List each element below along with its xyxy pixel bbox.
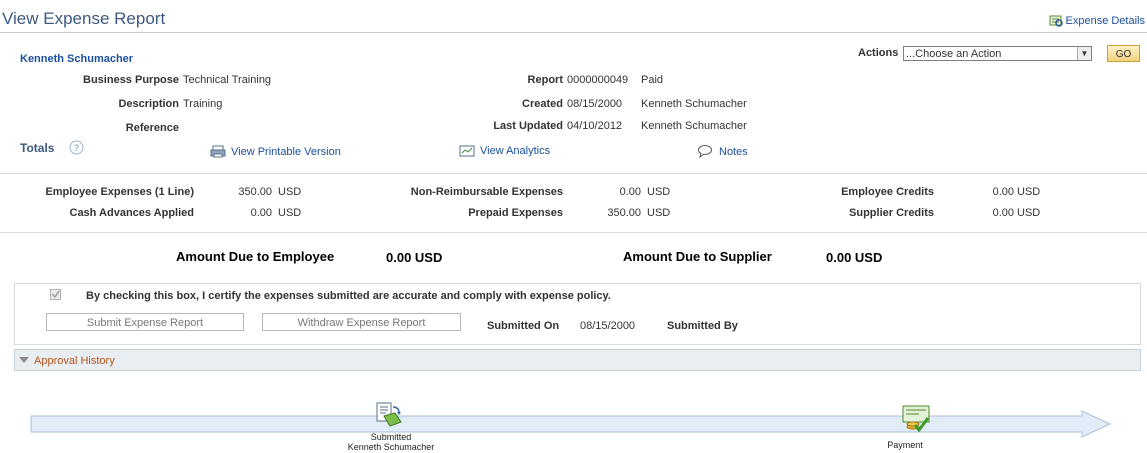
employee-expenses-label: Employee Expenses (1 Line) — [45, 186, 194, 198]
employee-credits-currency: USD — [1017, 186, 1041, 198]
approval-history-label[interactable]: Approval History — [34, 355, 115, 367]
notes-link[interactable]: Notes — [697, 143, 748, 158]
employee-name-link[interactable]: Kenneth Schumacher — [20, 53, 133, 65]
view-analytics-link[interactable]: View Analytics — [459, 145, 550, 157]
last-updated-label: Last Updated — [493, 120, 563, 132]
section-divider — [0, 173, 1147, 174]
submitted-on-value: 08/15/2000 — [580, 320, 636, 332]
expense-details-label: Expense Details — [1065, 14, 1146, 27]
submitted-step-title: Submitted — [370, 432, 412, 442]
view-printable-label: View Printable Version — [231, 145, 341, 158]
prepaid-expenses-currency: USD — [647, 207, 671, 219]
analytics-icon — [459, 145, 475, 157]
created-date: 08/15/2000 — [567, 98, 623, 110]
printer-icon — [210, 145, 226, 158]
notes-label: Notes — [719, 146, 748, 158]
expense-details-icon — [1049, 15, 1063, 27]
title-divider — [0, 32, 1147, 33]
cash-advances-value: 0.00 — [250, 207, 272, 219]
submitted-step-icon[interactable] — [375, 402, 403, 431]
created-by: Kenneth Schumacher — [641, 98, 747, 110]
totals-label: Totals — [20, 141, 55, 155]
amount-due-employee-value: 0.00 USD — [386, 250, 443, 265]
supplier-credits-value: 0.00 — [992, 207, 1014, 219]
submitted-step-name: Kenneth Schumacher — [347, 442, 435, 452]
description-value: Training — [183, 98, 223, 110]
approval-history-bar[interactable] — [14, 349, 1141, 371]
section-divider — [0, 232, 1147, 233]
reference-label: Reference — [125, 122, 179, 134]
cash-advances-currency: USD — [278, 207, 302, 219]
collapse-triangle-icon[interactable] — [19, 357, 29, 363]
description-label: Description — [118, 98, 179, 110]
submitted-by-label: Submitted By — [667, 320, 738, 332]
go-button[interactable]: GO — [1107, 45, 1140, 62]
non-reimbursable-value: 0.00 — [619, 186, 641, 198]
business-purpose-value: Technical Training — [183, 74, 272, 86]
payment-step-icon[interactable] — [901, 405, 933, 438]
actions-select[interactable]: ...Choose an Action ▼ — [903, 46, 1092, 61]
page-title: View Expense Report — [2, 9, 166, 28]
report-status: Paid — [641, 74, 664, 86]
business-purpose-label: Business Purpose — [83, 74, 179, 86]
payment-step-title: Payment — [887, 440, 923, 450]
withdraw-expense-report-button[interactable]: Withdraw Expense Report — [262, 313, 461, 331]
employee-expenses-value: 350.00 — [238, 186, 272, 198]
speech-bubble-icon — [698, 144, 712, 158]
non-reimbursable-label: Non-Reimbursable Expenses — [410, 186, 563, 198]
amount-due-supplier-label: Amount Due to Supplier — [623, 249, 772, 264]
report-label: Report — [527, 74, 563, 86]
submitted-on-label: Submitted On — [487, 320, 560, 332]
created-label: Created — [522, 98, 563, 110]
amount-due-employee-label: Amount Due to Employee — [176, 249, 335, 264]
employee-credits-label: Employee Credits — [841, 186, 934, 198]
non-reimbursable-currency: USD — [647, 186, 671, 198]
chevron-down-icon: ▼ — [1077, 47, 1091, 60]
approval-flow-arrow — [30, 410, 1112, 438]
expense-details-link[interactable]: Expense Details — [1049, 14, 1146, 27]
certify-text: By checking this box, I certify the expe… — [86, 290, 611, 302]
prepaid-expenses-label: Prepaid Expenses — [468, 207, 563, 219]
submit-expense-report-button[interactable]: Submit Expense Report — [46, 313, 244, 331]
amount-due-supplier-value: 0.00 USD — [826, 250, 883, 265]
prepaid-expenses-value: 350.00 — [607, 207, 641, 219]
checkmark-icon — [51, 290, 60, 299]
employee-credits-value: 0.00 — [992, 186, 1014, 198]
actions-select-value: ...Choose an Action — [906, 48, 1002, 60]
last-updated-by: Kenneth Schumacher — [641, 120, 747, 132]
employee-expenses-currency: USD — [278, 186, 302, 198]
last-updated-date: 04/10/2012 — [567, 120, 623, 132]
svg-text:?: ? — [74, 143, 79, 153]
certify-checkbox[interactable] — [50, 289, 61, 300]
view-printable-link[interactable]: View Printable Version — [210, 145, 341, 158]
supplier-credits-label: Supplier Credits — [849, 207, 934, 219]
help-icon[interactable]: ? — [69, 140, 84, 158]
supplier-credits-currency: USD — [1017, 207, 1041, 219]
report-id: 0000000049 — [567, 74, 629, 86]
view-analytics-label: View Analytics — [480, 145, 551, 157]
cash-advances-label: Cash Advances Applied — [69, 207, 195, 219]
actions-label: Actions — [858, 47, 899, 59]
